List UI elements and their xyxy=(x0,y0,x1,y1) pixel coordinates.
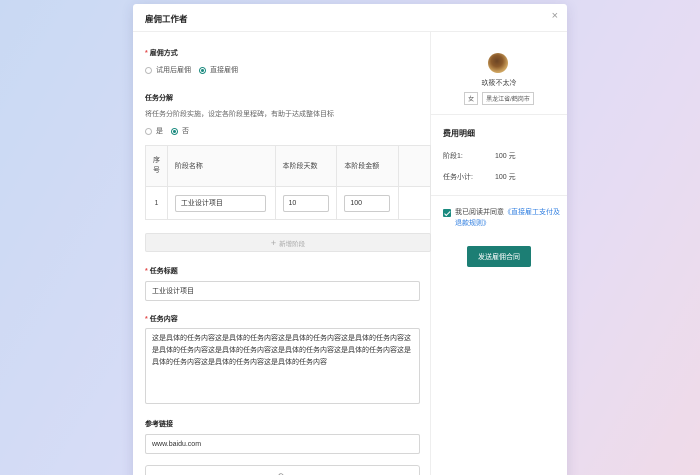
fee-row-value: 100 元 xyxy=(495,174,516,181)
send-contract-button[interactable]: 发送雇佣合同 xyxy=(467,246,531,267)
task-title-label-text: 任务标题 xyxy=(149,268,178,275)
task-title-input[interactable]: 工业设计项目 xyxy=(145,281,420,301)
gender-tag: 女 xyxy=(464,92,479,105)
task-split-label: 任务分解 xyxy=(145,95,173,102)
required-mark: * xyxy=(145,50,148,57)
close-icon[interactable]: × xyxy=(552,10,558,22)
radio-circle xyxy=(145,66,152,74)
task-form: * 雇佣方式 试用后雇佣 直接雇佣 任务分解 将任务分阶段实施，设定各阶段里程碑，… xyxy=(133,32,431,475)
required-mark: * xyxy=(145,268,148,275)
plus-icon: + xyxy=(270,237,277,248)
radio-label: 试用后雇佣 xyxy=(156,67,191,74)
avatar xyxy=(488,53,508,73)
add-stage-label: 新增阶段 xyxy=(279,240,306,248)
radio-label: 是 xyxy=(156,128,163,135)
task-content-label-text: 任务内容 xyxy=(149,316,178,323)
stage-table: 序号 阶段名称 本阶段天数 本阶段金额 1 工业设计项目 10 100 xyxy=(145,145,431,220)
radio-circle-selected xyxy=(171,127,178,135)
divider xyxy=(431,195,567,196)
upload-area[interactable] xyxy=(145,465,420,475)
agreement-text-wrap: 我已阅读并同意《直接雇工支付及退款规则》 xyxy=(455,207,561,229)
ref-link-label: 参考链接 xyxy=(145,421,173,428)
upload-cloud-icon xyxy=(278,473,284,475)
radio-trial-hire[interactable]: 试用后雇佣 xyxy=(145,65,191,75)
task-content-textarea[interactable]: 这是具体的任务内容这是具体的任务内容这是具体的任务内容这是具体的任务内容这是具体… xyxy=(145,328,420,404)
radio-split-no[interactable]: 否 xyxy=(171,126,189,136)
stage-name-input[interactable]: 工业设计项目 xyxy=(174,194,266,212)
task-split-radio-group: 是 否 xyxy=(145,126,197,136)
row-index: 1 xyxy=(146,187,168,219)
header-stage-amount: 本阶段金额 xyxy=(337,146,400,186)
agreement-checkbox[interactable] xyxy=(443,209,451,217)
row-actions-cell xyxy=(399,187,430,219)
summary-panel: 玖筱不太冷 女 黑龙江省/鹤岗市 费用明细 阶段1: 100 元 任务小计: 1… xyxy=(431,32,567,475)
task-content-label: * 任务内容 xyxy=(145,314,178,324)
header-stage-days: 本阶段天数 xyxy=(276,146,338,186)
hire-method-label-text: 雇佣方式 xyxy=(149,50,178,57)
header-stage-name: 阶段名称 xyxy=(168,146,276,186)
worker-tags: 女 黑龙江省/鹤岗市 xyxy=(431,92,567,105)
fee-row-key: 阶段1: xyxy=(443,153,463,160)
row-stage-days-cell: 10 xyxy=(276,187,338,219)
agreement-row: 我已阅读并同意《直接雇工支付及退款规则》 xyxy=(443,207,561,229)
radio-circle-selected xyxy=(199,66,206,74)
agreement-text: 我已阅读并同意 xyxy=(455,209,504,216)
worker-name: 玖筱不太冷 xyxy=(481,80,517,87)
table-header-row: 序号 阶段名称 本阶段天数 本阶段金额 xyxy=(146,146,430,187)
stage-amount-input[interactable]: 100 xyxy=(344,194,391,212)
fee-row-value: 100 元 xyxy=(495,153,516,160)
radio-label: 否 xyxy=(182,128,189,135)
task-split-hint: 将任务分阶段实施，设定各阶段里程碑，有助于达成整体目标 xyxy=(145,111,334,118)
task-title-label: * 任务标题 xyxy=(145,266,178,276)
stage-days-input[interactable]: 10 xyxy=(282,194,329,212)
radio-circle xyxy=(145,127,152,135)
fee-row-key: 任务小计: xyxy=(443,174,473,181)
radio-split-yes[interactable]: 是 xyxy=(145,126,163,136)
hire-method-radio-group: 试用后雇佣 直接雇佣 xyxy=(145,65,246,75)
hire-worker-modal: 雇佣工作者 × * 雇佣方式 试用后雇佣 直接雇佣 任务分解 将任务分阶段实施，设… xyxy=(133,4,567,475)
modal-header: 雇佣工作者 × xyxy=(133,4,567,32)
ref-link-input[interactable]: www.baidu.com xyxy=(145,434,420,454)
radio-label: 直接雇佣 xyxy=(210,67,238,74)
fee-row: 任务小计: 100 元 xyxy=(443,172,516,182)
hire-method-label: * 雇佣方式 xyxy=(145,48,178,58)
divider xyxy=(431,114,567,115)
table-row: 1 工业设计项目 10 100 xyxy=(146,187,430,219)
header-actions xyxy=(399,146,430,186)
required-mark: * xyxy=(145,316,148,323)
radio-direct-hire[interactable]: 直接雇佣 xyxy=(199,65,238,75)
row-stage-amount-cell: 100 xyxy=(337,187,400,219)
row-stage-name-cell: 工业设计项目 xyxy=(168,187,276,219)
fee-title: 费用明细 xyxy=(443,129,475,138)
header-index: 序号 xyxy=(146,146,168,186)
add-stage-button[interactable]: + 新增阶段 xyxy=(145,233,431,252)
modal-title: 雇佣工作者 xyxy=(145,14,188,24)
location-tag: 黑龙江省/鹤岗市 xyxy=(482,92,534,105)
fee-row: 阶段1: 100 元 xyxy=(443,151,516,161)
